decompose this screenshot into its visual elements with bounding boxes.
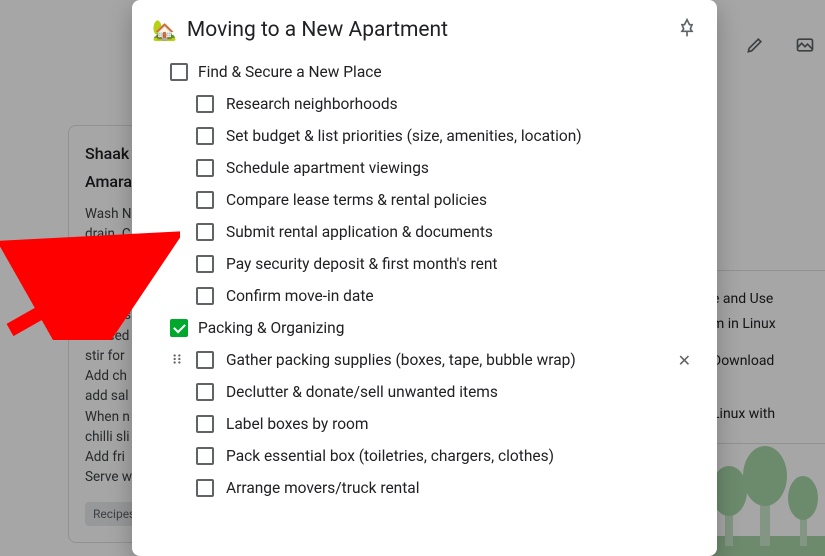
item-checkbox[interactable] <box>196 479 214 497</box>
checklist-item: Label boxes by room <box>152 408 697 440</box>
checklist-item-hover: Gather packing supplies (boxes, tape, bu… <box>152 344 697 376</box>
section-label[interactable]: Find & Secure a New Place <box>198 63 382 81</box>
checklist-item: Compare lease terms & rental policies <box>152 184 697 216</box>
item-label[interactable]: Arrange movers/truck rental <box>226 479 420 497</box>
item-label[interactable]: Submit rental application & documents <box>226 223 493 241</box>
modal-header: 🏡 Moving to a New Apartment <box>152 18 697 42</box>
item-label[interactable]: Label boxes by room <box>226 415 368 433</box>
item-label[interactable]: Gather packing supplies (boxes, tape, bu… <box>226 351 576 369</box>
item-label[interactable]: Research neighborhoods <box>226 95 398 113</box>
item-checkbox[interactable] <box>196 127 214 145</box>
pin-icon[interactable] <box>677 18 697 42</box>
item-checkbox[interactable] <box>196 223 214 241</box>
item-label[interactable]: Pay security deposit & first month's ren… <box>226 255 498 273</box>
house-icon: 🏡 <box>152 18 177 42</box>
checklist-item: Confirm move-in date <box>152 280 697 312</box>
modal-title[interactable]: Moving to a New Apartment <box>187 18 448 42</box>
checklist-item: Arrange movers/truck rental <box>152 472 697 504</box>
note-modal: 🏡 Moving to a New Apartment Find & Secur… <box>132 0 717 556</box>
section-packing: Packing & Organizing <box>152 312 697 344</box>
section-checkbox[interactable] <box>170 63 188 81</box>
item-checkbox[interactable] <box>196 95 214 113</box>
item-label[interactable]: Schedule apartment viewings <box>226 159 429 177</box>
checklist-item: Set budget & list priorities (size, amen… <box>152 120 697 152</box>
item-checkbox[interactable] <box>196 383 214 401</box>
checklist-item: Pack essential box (toiletries, chargers… <box>152 440 697 472</box>
item-checkbox[interactable] <box>196 415 214 433</box>
checklist-item: Pay security deposit & first month's ren… <box>152 248 697 280</box>
drag-handle-icon[interactable] <box>170 351 184 370</box>
checklist-item: Submit rental application & documents <box>152 216 697 248</box>
item-label[interactable]: Set budget & list priorities (size, amen… <box>226 127 582 145</box>
item-checkbox[interactable] <box>196 447 214 465</box>
section-label[interactable]: Packing & Organizing <box>198 319 344 337</box>
item-checkbox[interactable] <box>196 351 214 369</box>
item-checkbox[interactable] <box>196 287 214 305</box>
section-find-secure: Find & Secure a New Place <box>152 56 697 88</box>
item-label[interactable]: Pack essential box (toiletries, chargers… <box>226 447 554 465</box>
checklist-item: Declutter & donate/sell unwanted items <box>152 376 697 408</box>
delete-item-icon[interactable]: ✕ <box>678 351 691 370</box>
checklist-item: Research neighborhoods <box>152 88 697 120</box>
item-label[interactable]: Confirm move-in date <box>226 287 374 305</box>
item-checkbox[interactable] <box>196 255 214 273</box>
item-label[interactable]: Declutter & donate/sell unwanted items <box>226 383 498 401</box>
item-checkbox[interactable] <box>196 191 214 209</box>
item-label[interactable]: Compare lease terms & rental policies <box>226 191 487 209</box>
modal-title-wrap: 🏡 Moving to a New Apartment <box>152 18 448 42</box>
checklist-item: Schedule apartment viewings <box>152 152 697 184</box>
item-checkbox[interactable] <box>196 159 214 177</box>
